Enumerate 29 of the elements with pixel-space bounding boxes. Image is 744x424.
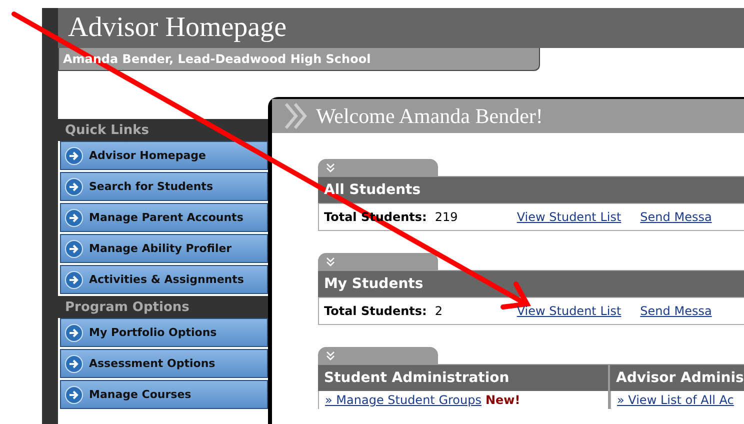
sidebar-link[interactable]: Assessment Options: [60, 349, 268, 378]
total-label: Total Students:: [324, 304, 427, 318]
sidebar-link[interactable]: Activities & Assignments: [60, 265, 268, 294]
double-chevron-icon: [284, 103, 308, 129]
admin-link[interactable]: » Manage Student Groups: [325, 393, 482, 407]
section-link[interactable]: Send Messa: [640, 304, 712, 318]
admin-link[interactable]: » View List of All Ac: [617, 393, 734, 407]
sidebar-link[interactable]: Manage Ability Profiler: [60, 234, 268, 263]
section-title: My Students: [318, 270, 744, 297]
sidebar-link[interactable]: My Portfolio Options: [60, 318, 268, 347]
total-count: 2: [434, 304, 444, 318]
sidebar-link[interactable]: Search for Students: [60, 172, 268, 201]
collapse-icon[interactable]: [326, 350, 335, 360]
page-title: Advisor Homepage: [58, 8, 744, 48]
sidebar-heading: Quick Links: [58, 119, 268, 141]
new-label: New!: [485, 393, 520, 407]
sidebar-heading: Program Options: [58, 296, 268, 318]
section-link[interactable]: Send Messa: [640, 210, 712, 224]
sidebar-link[interactable]: Manage Courses: [60, 380, 268, 409]
collapse-icon[interactable]: [326, 162, 335, 172]
sidebar-link[interactable]: Manage Parent Accounts: [60, 203, 268, 232]
sidebar-link[interactable]: Advisor Homepage: [60, 141, 268, 170]
collapse-icon[interactable]: [326, 256, 335, 266]
section-link[interactable]: View Student List: [516, 304, 622, 318]
column-title: Advisor Adminis: [610, 364, 744, 391]
section-link[interactable]: View Student List: [516, 210, 622, 224]
total-count: 219: [434, 210, 459, 224]
column-title: Student Administration: [318, 364, 608, 391]
welcome-text: Welcome Amanda Bender!: [316, 104, 543, 128]
